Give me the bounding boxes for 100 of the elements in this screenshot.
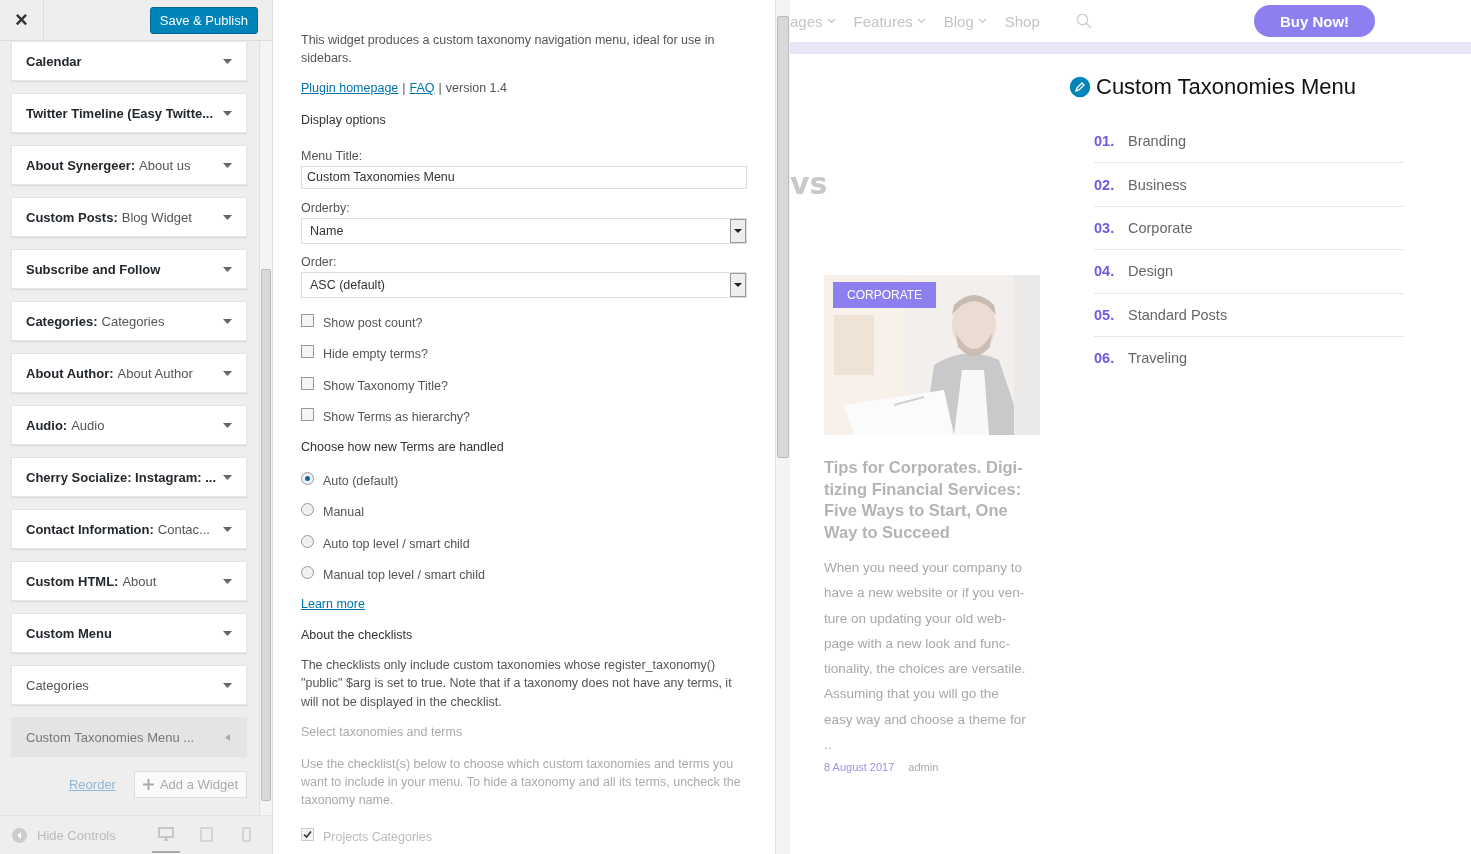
widget-title: Subscribe and Follow [26,261,161,277]
checkbox[interactable] [301,376,314,390]
item-number: 05. [1094,306,1114,323]
version-text: version 1.4 [445,80,507,98]
menu-link[interactable]: Corporate [1128,219,1193,236]
widget-item[interactable]: Twitter Timeline (Easy Twitte... [11,93,247,133]
phone-icon [241,826,251,842]
widget-title: Custom HTML: [26,573,119,589]
left-arrow-circle-icon [12,827,27,843]
widget-item[interactable]: Custom Menu [11,613,247,653]
checkbox-label: Projects Categories [323,828,433,846]
caret-icon [223,472,232,482]
caret-icon [223,524,232,534]
checkbox-label: Show Terms as hierarchy? [323,409,471,427]
widget-item[interactable]: Categories [11,665,247,705]
checklists-text: The checklists only include custom taxonomies whose register_taxonomy() "public" $arg is set to true. Note that if a taxonomy does not have any terms, it will not be displayed in the checklist. [301,657,733,711]
search-icon[interactable] [1075,13,1092,29]
section-heading: About the checklists [301,627,414,645]
pencil-icon[interactable] [1068,75,1092,99]
radio-button[interactable] [301,534,314,548]
widget-item[interactable]: Audio: Audio [11,405,247,445]
widget-title: Categories: [26,313,98,329]
widget-item[interactable]: Subscribe and Follow [11,249,247,289]
widget-item[interactable]: About Synergeer: About us [11,145,247,185]
widget-item[interactable]: Custom HTML: About [11,561,247,601]
caret-icon [223,264,232,274]
separator: | [438,80,442,98]
widget-subtitle: Categories [26,677,89,693]
separator: | [402,80,406,98]
widget-item[interactable]: Categories: Categories [11,301,247,341]
radio-label: Manual [323,504,364,522]
scrollbar[interactable] [775,0,790,854]
select-field[interactable]: ASC (default) [301,271,747,298]
item-number: 06. [1094,350,1114,367]
widget-item[interactable]: Custom Posts: Blog Widget [11,197,247,237]
select-field[interactable]: Name [301,217,747,244]
chevron-icon [826,18,836,24]
widget-title: Custom Menu [26,625,112,641]
post-excerpt: When you need your company to have a new website or if you ven- ture on updating your old web- page with a new look and func- tionality, the choices are versatile. Assuming that you will go the easy way and choose a theme for .. [824,559,1027,755]
checkbox-label: Show post count? [323,314,423,332]
radio-button[interactable] [301,471,314,485]
menu-link[interactable]: Branding [1128,133,1187,150]
widget-item[interactable]: Cherry Socialize: Instagram: ... [11,457,247,497]
widget-title: Calendar [26,53,82,69]
caret-icon [223,628,232,638]
radio-button[interactable] [301,503,314,517]
item-number: 01. [1094,133,1114,150]
field-label: Orderby: [301,199,351,217]
learn-more-link[interactable]: Learn more [301,597,365,611]
menu-link[interactable]: Standard Posts [1128,306,1228,323]
item-number: 02. [1094,176,1114,193]
widget-subtitle: About [122,573,157,589]
menu-link[interactable]: Business [1128,176,1187,193]
widget-subtitle: Custom Taxonomies Menu ... [26,729,195,745]
widget-item[interactable]: Custom Taxonomies Menu ... [11,717,247,757]
scrollbar[interactable] [259,41,272,815]
caret-icon [223,316,232,326]
buy-now-button[interactable]: Buy Now! [1254,5,1375,37]
radio-label: Manual top level / smart child [323,567,485,585]
checkbox[interactable] [301,408,314,422]
caret-icon [223,56,232,66]
link[interactable]: Plugin homepage [301,79,399,98]
widget-item[interactable]: Calendar [11,41,247,81]
chevron-icon [916,18,926,24]
radio-label: Auto top level / smart child [323,535,470,553]
menu-link[interactable]: Traveling [1128,350,1188,367]
close-button[interactable]: × [0,0,44,40]
radio-button[interactable] [301,566,314,580]
checkbox[interactable] [301,313,314,327]
widget-heading: Custom Taxonomies Menu [1096,74,1357,100]
widget-subtitle: Audio [71,417,105,433]
menu-link[interactable]: Design [1128,263,1174,280]
desktop-icon [158,827,174,841]
category-tag[interactable]: CORPORATE [833,282,937,308]
left-caret-icon [223,732,232,742]
caret-icon [223,420,232,430]
checkbox-label: Hide empty terms? [323,346,428,364]
widget-subtitle: Contac... [157,521,210,537]
caret-icon [223,368,232,378]
checkbox[interactable] [301,827,314,841]
link[interactable]: FAQ [409,79,435,98]
save-publish-button[interactable]: Save & Publish [149,6,258,34]
post-author: admin [908,761,939,774]
caret-icon [223,108,232,118]
field-label: Order: [301,253,338,271]
section-heading: Select taxonomies and terms [301,723,464,741]
checkbox-label: Show Taxonomy Title? [323,377,448,395]
tablet-icon [199,826,213,842]
menu-title-input[interactable]: Custom Taxonomies Menu [301,165,747,189]
widget-title: Twitter Timeline (Easy Twitte... [26,105,214,121]
caret-icon [223,212,232,222]
widget-subtitle: About Author [117,365,193,381]
chevron-icon [977,18,987,24]
caret-icon [223,576,232,586]
widget-item[interactable]: Contact Information: Contac... [11,509,247,549]
widget-subtitle: Categories [101,313,165,329]
checkbox[interactable] [301,345,314,359]
widget-item[interactable]: About Author: About Author [11,353,247,393]
caret-icon [223,160,232,170]
widget-title: Audio: [26,417,68,433]
